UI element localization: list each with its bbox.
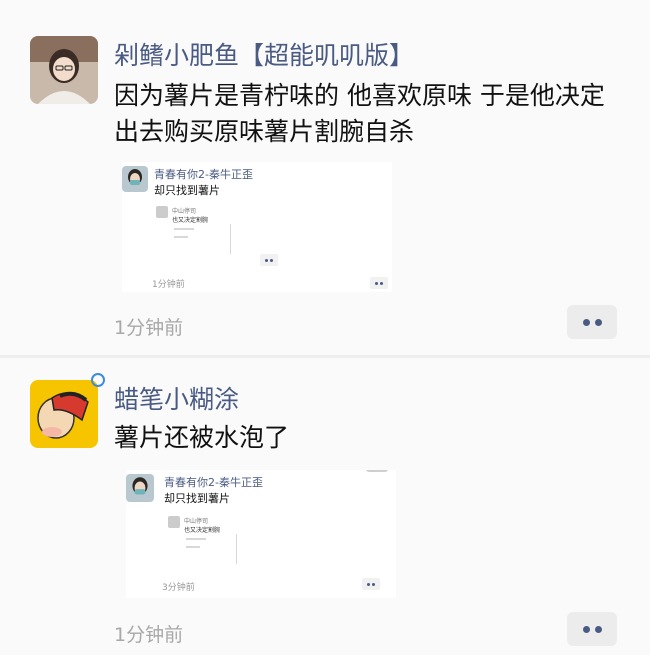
moment-comment-2: 蜡笔小糊涂 薯片还被水泡了 青春有你2-秦牛正歪 却只找到薯片 中山停司 也又决…	[0, 358, 650, 655]
blur-line	[236, 534, 237, 564]
screenshot-avatar	[126, 474, 154, 502]
nested-username: 中山停司	[172, 208, 197, 215]
screenshot-more-icon	[260, 254, 278, 266]
screenshot-avatar	[122, 166, 148, 192]
blur-line	[174, 236, 188, 238]
screenshot-time: 3分钟前	[162, 583, 195, 593]
screenshot-text: 却只找到薯片	[154, 184, 220, 197]
screenshot-username: 青春有你2-秦牛正歪	[154, 168, 253, 181]
embedded-screenshot[interactable]: 青春有你2-秦牛正歪 却只找到薯片 中山停司 也又决定割腕 1分钟前	[122, 162, 392, 292]
nested-screenshot: 中山停司 也又决定割腕	[156, 206, 236, 266]
moment-comment-1: 剁鳍小肥鱼【超能叽叽版】 因为薯片是青柠味的 他喜欢原味 于是他决定出去购买原味…	[0, 0, 650, 355]
username[interactable]: 剁鳍小肥鱼【超能叽叽版】	[114, 36, 414, 72]
avatar[interactable]	[30, 36, 98, 104]
avatar[interactable]	[30, 380, 98, 448]
comment-text: 因为薯片是青柠味的 他喜欢原味 于是他决定出去购买原味薯片割腕自杀	[114, 81, 605, 146]
blur-line	[186, 538, 206, 540]
embedded-screenshot[interactable]: 青春有你2-秦牛正歪 却只找到薯片 中山停司 也又决定割腕 3分钟前	[126, 470, 396, 598]
screenshot-time: 1分钟前	[152, 280, 185, 290]
nested-username: 中山停司	[184, 518, 209, 525]
comment-text: 薯片还被水泡了	[114, 423, 290, 452]
screenshot-more-icon	[362, 578, 380, 590]
nested-avatar	[156, 206, 168, 218]
screenshot-username: 青春有你2-秦牛正歪	[164, 476, 263, 489]
more-dots-icon[interactable]	[567, 305, 617, 339]
username[interactable]: 蜡笔小糊涂	[114, 380, 239, 416]
nested-screenshot: 中山停司 也又决定割腕	[168, 516, 248, 576]
screenshot-more-icon	[370, 277, 388, 289]
blur-line	[230, 224, 231, 254]
status-ring-icon	[91, 373, 105, 387]
nested-avatar	[168, 516, 180, 528]
blur-line	[366, 470, 388, 472]
nested-text: 也又决定割腕	[172, 217, 209, 224]
screenshot-text: 却只找到薯片	[164, 492, 230, 505]
nested-text: 也又决定割腕	[184, 527, 221, 534]
timestamp: 1分钟前	[114, 317, 184, 339]
blur-line	[186, 546, 200, 548]
timestamp: 1分钟前	[114, 624, 184, 646]
blur-line	[174, 228, 194, 230]
more-dots-icon[interactable]	[567, 612, 617, 646]
